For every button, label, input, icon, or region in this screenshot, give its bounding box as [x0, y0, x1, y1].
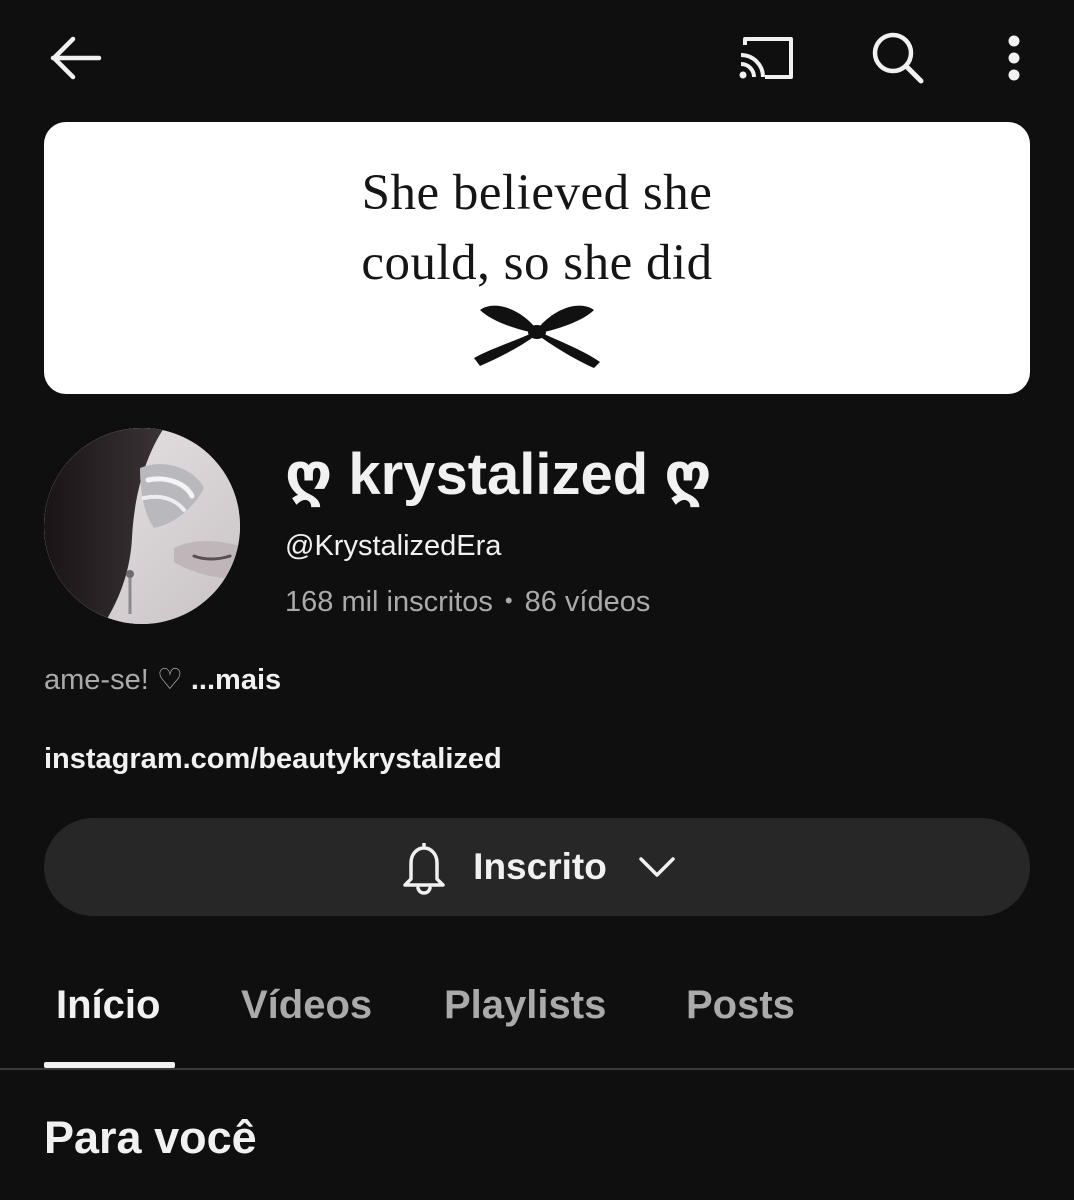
tab-videos[interactable]: Vídeos	[241, 980, 372, 1030]
avatar-image	[44, 428, 240, 624]
back-button[interactable]	[40, 22, 112, 94]
banner-quote: She believed she could, so she did	[0, 158, 1074, 298]
banner-quote-line-1: She believed she	[361, 165, 713, 221]
bell-icon	[403, 843, 445, 895]
top-app-bar	[0, 0, 1074, 115]
channel-name: ღ krystalized ღ	[285, 442, 712, 507]
section-title: Para você	[44, 1112, 257, 1163]
channel-description[interactable]: ame-se! ♡ ...mais	[44, 662, 281, 698]
chevron-down-icon	[639, 857, 675, 877]
more-link[interactable]: ...mais	[191, 664, 281, 696]
channel-link[interactable]: instagram.com/beautykrystalized	[44, 741, 502, 777]
cast-button[interactable]	[730, 22, 802, 94]
subscribed-label: Inscrito	[473, 846, 607, 887]
more-vertical-icon	[1008, 35, 1020, 81]
subscribed-button[interactable]: Inscrito	[44, 818, 1030, 916]
channel-stats: 168 mil inscritos • 86 vídeos	[285, 583, 650, 620]
tab-playlists[interactable]: Playlists	[444, 980, 606, 1030]
bow-icon	[474, 305, 600, 368]
active-tab-indicator	[44, 1062, 175, 1068]
banner-quote-line-2: could, so she did	[361, 235, 713, 291]
more-options-button[interactable]	[978, 22, 1050, 94]
subscriber-count: 168 mil inscritos	[285, 586, 493, 618]
channel-tabs: Início Vídeos Playlists Posts	[0, 960, 1074, 1070]
search-icon	[872, 32, 924, 84]
tab-posts[interactable]: Posts	[686, 980, 795, 1030]
description-text: ame-se! ♡	[44, 664, 191, 696]
video-count: 86 vídeos	[524, 586, 651, 618]
channel-handle: @KrystalizedEra	[285, 530, 502, 562]
search-button[interactable]	[862, 22, 934, 94]
channel-avatar[interactable]	[44, 428, 240, 624]
cast-icon	[739, 37, 793, 79]
tab-inicio[interactable]: Início	[56, 980, 160, 1030]
stats-separator: •	[504, 588, 513, 613]
arrow-left-icon	[50, 36, 102, 80]
